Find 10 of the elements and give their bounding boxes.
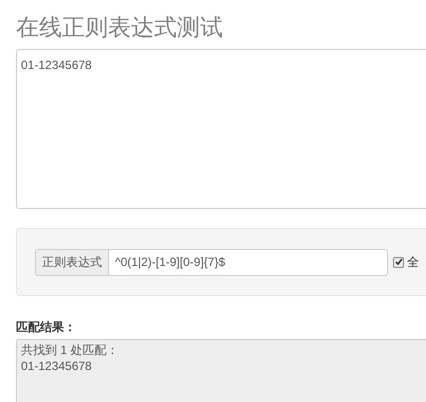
page-title: 在线正则表达式测试 xyxy=(16,13,223,42)
check-icon xyxy=(394,258,402,266)
regex-input[interactable]: ^0(1|2)-[1-9][0-9]{7}$ xyxy=(109,248,388,276)
source-text-field[interactable]: 01-12345678 xyxy=(16,49,426,209)
regex-label: 正则表达式 xyxy=(35,248,109,276)
result-line: 共找到 1 处匹配： xyxy=(21,342,118,358)
option-label: 全 xyxy=(407,254,419,271)
result-line: 01-12345678 xyxy=(21,358,92,374)
result-label: 匹配结果： xyxy=(16,319,76,336)
checkbox[interactable] xyxy=(393,256,404,268)
